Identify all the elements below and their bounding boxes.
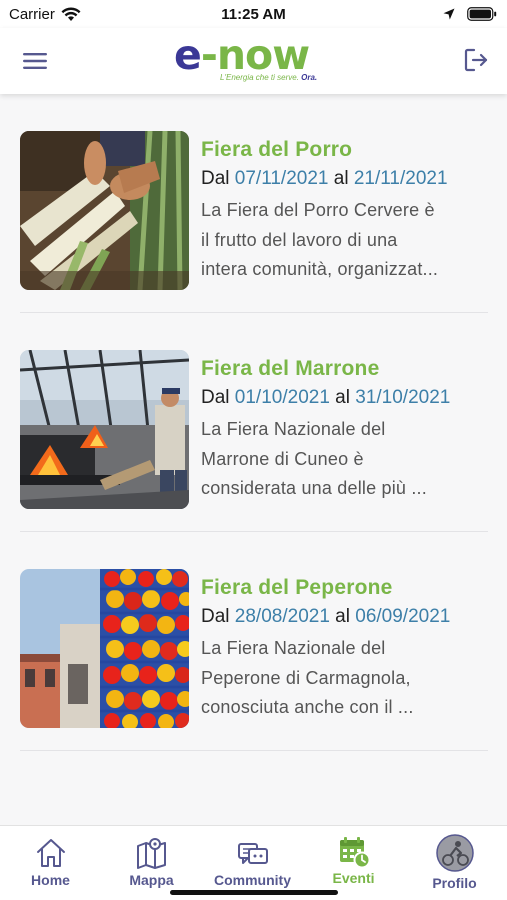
tab-label: Home: [31, 872, 70, 888]
event-dates: Dal 01/10/2021 al 31/10/2021: [201, 387, 451, 408]
location-arrow-icon: [443, 8, 455, 20]
event-title: Fiera del Porro: [201, 138, 353, 161]
tab-label: Community: [214, 872, 291, 888]
event-title: Fiera del Marrone: [201, 357, 380, 380]
status-bar: Carrier 11:25 AM: [0, 0, 507, 28]
peppers-crates-photo: [20, 569, 189, 728]
event-description: La Fiera Nazionale del Marrone di Cuneo …: [201, 419, 427, 498]
tab-label: Profilo: [432, 875, 477, 891]
app-header: e-now L'Energia che ti serve. Ora.: [0, 28, 507, 94]
event-info: Fiera del Peperone Dal 28/08/2021 al 06/…: [201, 575, 491, 723]
status-right: [443, 7, 497, 21]
event-end-date: 31/10/2021: [355, 387, 451, 408]
event-dates: Dal 07/11/2021 al 21/11/2021: [201, 168, 448, 189]
community-icon: [237, 843, 268, 864]
tab-home[interactable]: Home: [0, 826, 101, 900]
logo-tagline: L'Energia che ti serve. Ora.: [220, 73, 318, 82]
event-start-date: 07/11/2021: [234, 168, 329, 189]
event-description: La Fiera del Porro Cervere è il frutto d…: [201, 200, 439, 279]
home-icon: [36, 839, 65, 867]
event-card[interactable]: Fiera del Porro Dal 07/11/2021 al 21/11/…: [20, 94, 488, 313]
tab-bar: Home Mappa Community Eventi Profilo: [0, 825, 507, 900]
calendar-clock-icon: [339, 837, 370, 869]
map-icon: [136, 838, 166, 869]
battery-icon: [467, 7, 497, 21]
wifi-icon: [61, 6, 81, 21]
avatar-icon: [435, 834, 474, 872]
event-end-date: 06/09/2021: [355, 606, 451, 627]
tab-profilo[interactable]: Profilo: [404, 826, 505, 900]
leeks-harvest-photo: [20, 131, 189, 290]
home-indicator: [170, 890, 338, 895]
event-card[interactable]: Fiera del Peperone Dal 28/08/2021 al 06/…: [20, 532, 488, 751]
event-dates: Dal 28/08/2021 al 06/09/2021: [201, 606, 451, 627]
event-start-date: 01/10/2021: [234, 387, 330, 408]
hamburger-menu-icon[interactable]: [22, 48, 48, 74]
carrier-label: Carrier: [9, 5, 55, 23]
event-info: Fiera del Porro Dal 07/11/2021 al 21/11/…: [201, 137, 491, 285]
event-description: La Fiera Nazionale del Peperone di Carma…: [201, 638, 414, 717]
event-info: Fiera del Marrone Dal 01/10/2021 al 31/1…: [201, 356, 491, 504]
tab-eventi[interactable]: Eventi: [303, 826, 404, 900]
enow-logo: e-now L'Energia che ti serve. Ora.: [174, 34, 334, 86]
tab-label: Eventi: [332, 870, 375, 886]
status-left: Carrier: [9, 6, 81, 23]
chestnut-roasting-photo: [20, 350, 189, 509]
event-end-date: 21/11/2021: [353, 168, 448, 189]
tab-community[interactable]: Community: [202, 826, 303, 900]
tab-mappa[interactable]: Mappa: [101, 826, 202, 900]
event-title: Fiera del Peperone: [201, 576, 393, 599]
event-image-chestnuts: [20, 350, 189, 509]
event-card[interactable]: Fiera del Marrone Dal 01/10/2021 al 31/1…: [20, 313, 488, 532]
logout-icon[interactable]: [462, 46, 490, 74]
event-image-leeks: [20, 131, 189, 290]
logo-wordmark: e-now: [174, 31, 310, 79]
event-image-peppers: [20, 569, 189, 728]
event-start-date: 28/08/2021: [234, 606, 330, 627]
tab-label: Mappa: [129, 872, 174, 888]
